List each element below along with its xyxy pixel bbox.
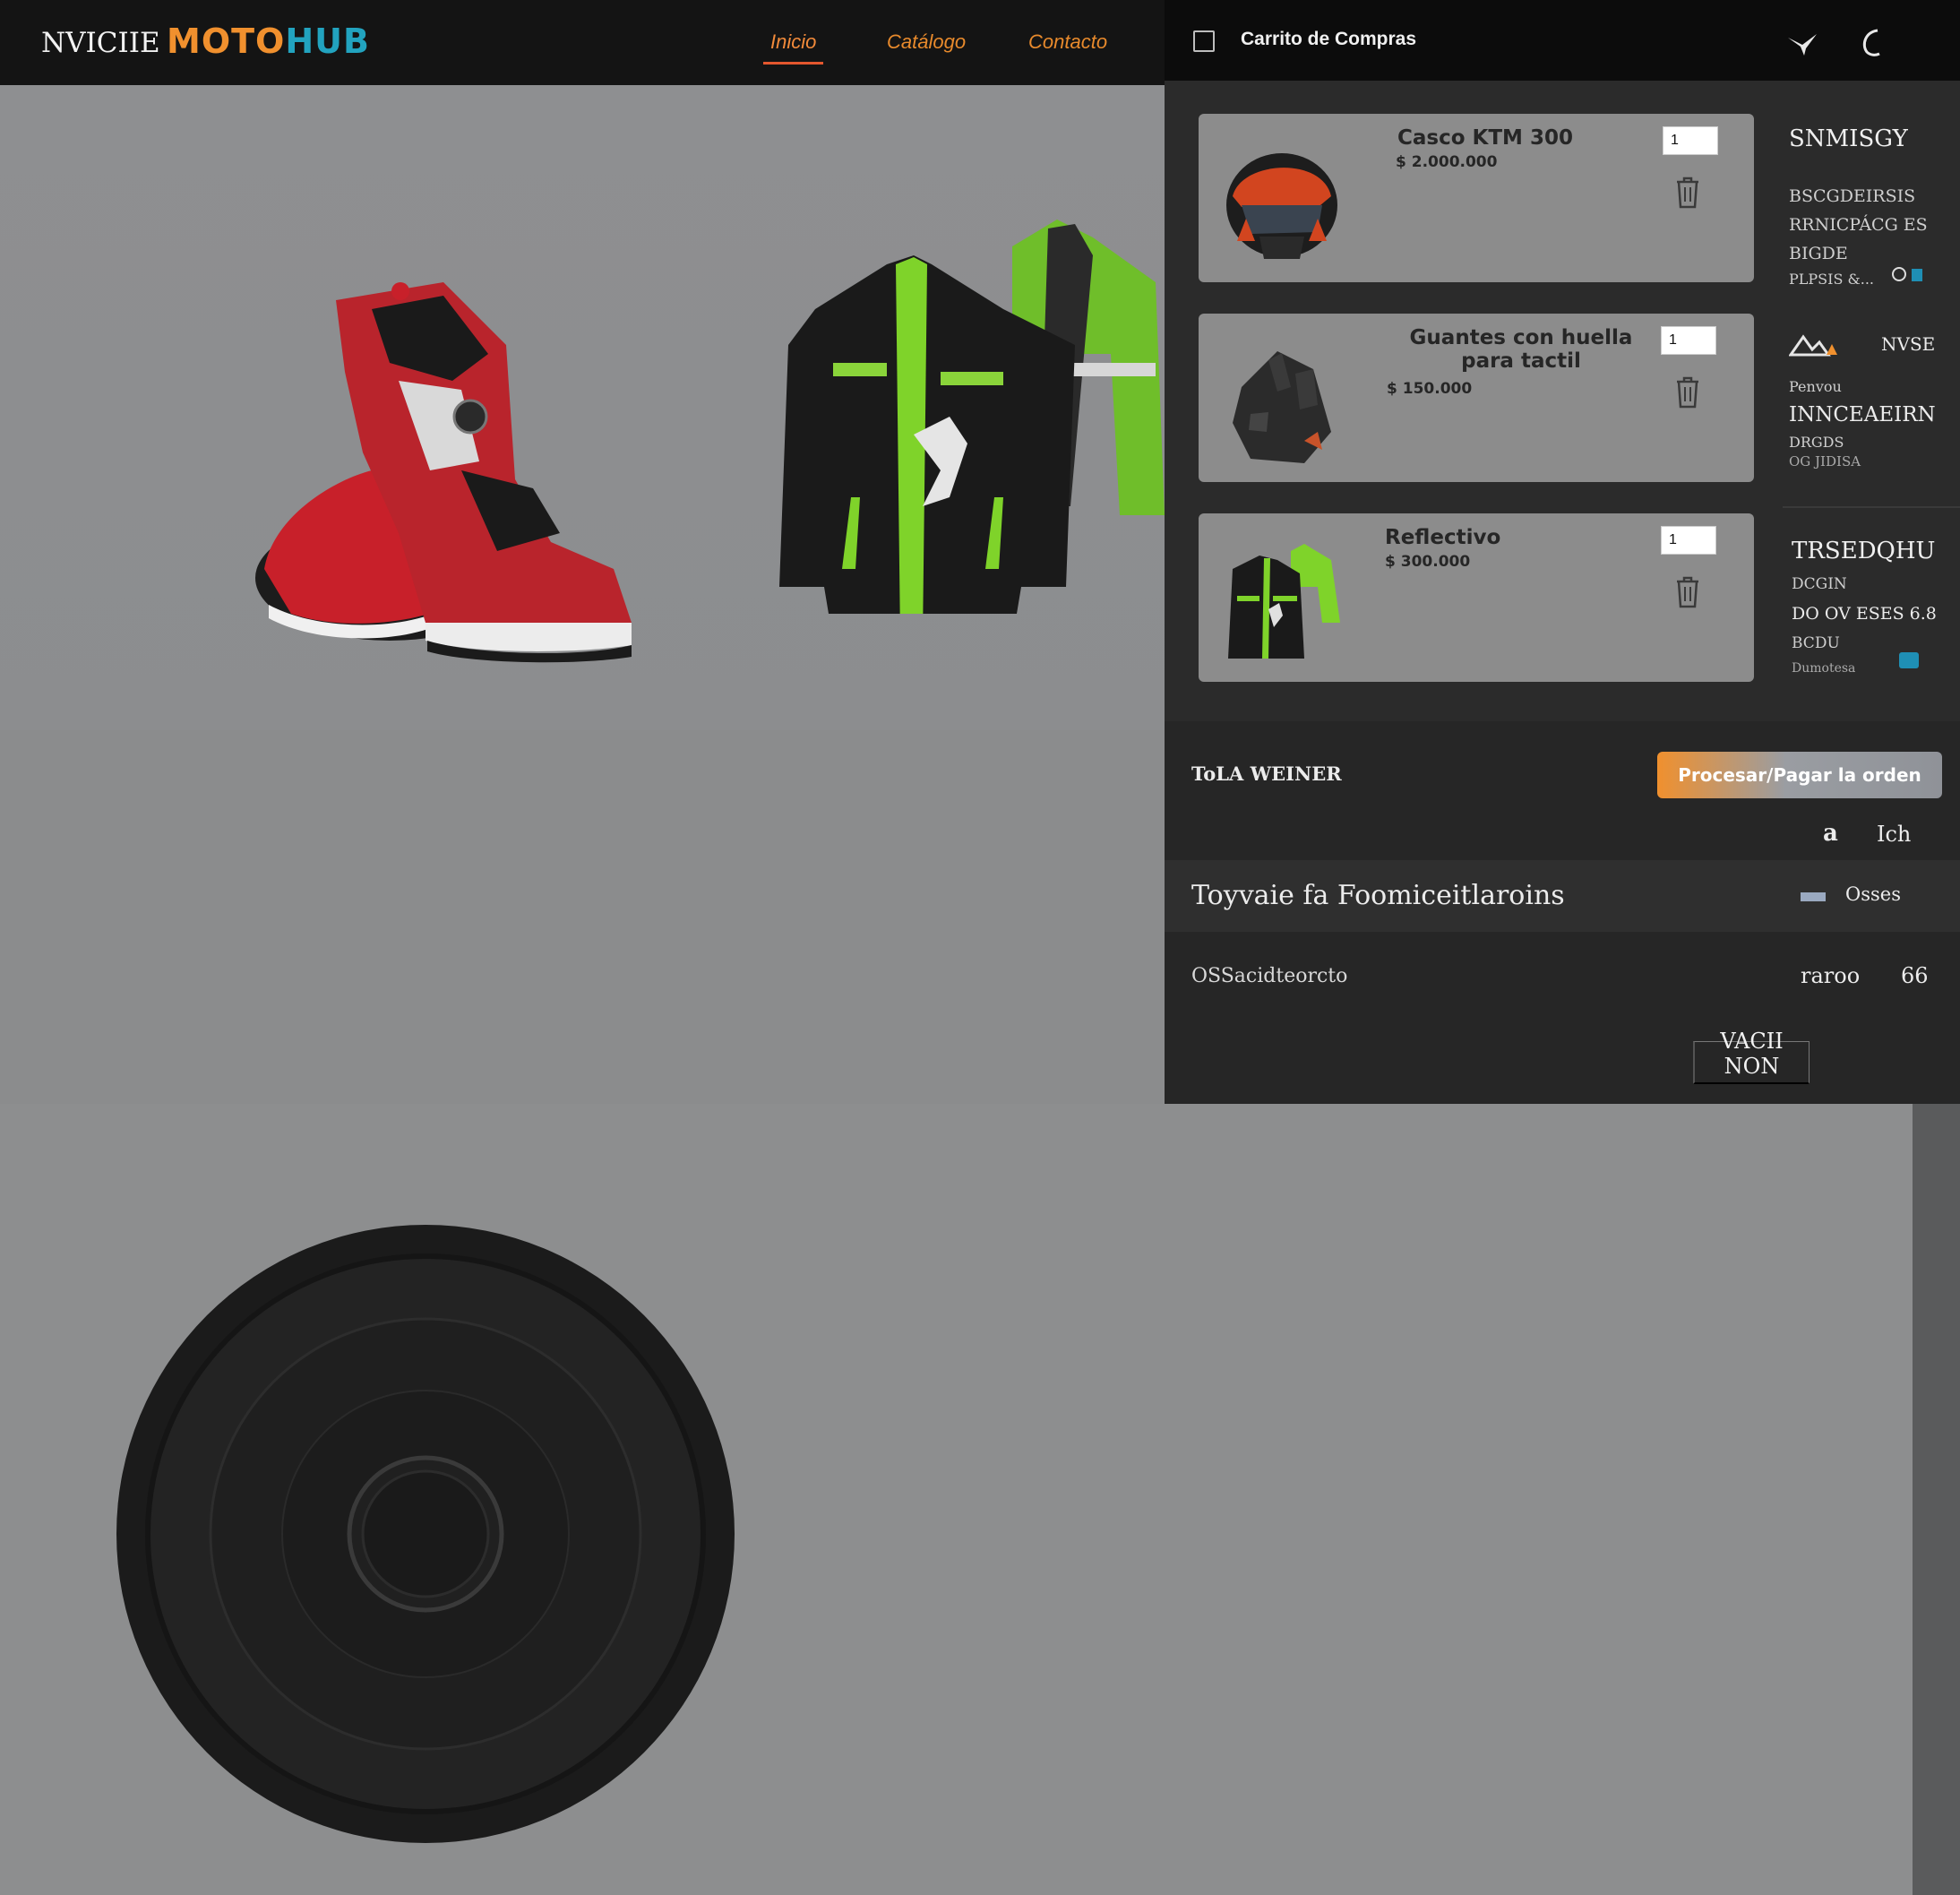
trash-icon[interactable]	[1673, 177, 1702, 209]
tire-image	[116, 1225, 735, 1843]
boots-image	[255, 282, 632, 663]
cart-panel: Carrito de Compras Casco KTM 300 $ 2.000…	[1165, 0, 1960, 1104]
item-name: Reflectivo	[1385, 526, 1501, 549]
nav-links: Inicio Catálogo Contacto	[0, 30, 1165, 66]
empty-cart-button[interactable]: VACII NON	[1693, 1029, 1810, 1084]
cart-select-checkbox[interactable]	[1193, 30, 1215, 52]
side-line: DRGDS	[1789, 434, 1844, 451]
item-price: $ 150.000	[1387, 380, 1473, 398]
cart-item: Reflectivo $ 300.000	[1199, 513, 1754, 682]
bird-icon[interactable]	[1784, 25, 1820, 61]
close-icon[interactable]	[1853, 25, 1888, 61]
side-heading-1: SNMISGY	[1789, 125, 1908, 152]
subtotal-label: OSSacidteorcto	[1191, 965, 1348, 987]
nav-link-inicio[interactable]: Inicio	[762, 30, 824, 65]
bottom-section	[0, 1104, 1913, 1895]
promo-text: Toyvaie fa Foomiceitlaroins	[1191, 880, 1565, 911]
side-line: BCDU	[1792, 634, 1840, 652]
page-scrollbar[interactable]	[1913, 1104, 1960, 1895]
subtotal-value-b: 66	[1901, 963, 1929, 988]
reflective-jacket-image	[1228, 544, 1340, 659]
side-line: BSCGDEIRSIS	[1789, 186, 1916, 206]
side-heading-3: TRSEDQHU	[1792, 538, 1936, 564]
promo-value: Osses	[1845, 883, 1901, 905]
checkout-button[interactable]: Procesar/Pagar la orden	[1657, 752, 1942, 798]
total-label: ToLA WEINER	[1191, 762, 1342, 785]
quantity-input[interactable]	[1663, 126, 1718, 155]
jacket-image	[779, 220, 1165, 614]
side-line: Penvou	[1789, 378, 1842, 395]
hero-lower-band	[0, 730, 1165, 1104]
cart-item: Guantes con huella para tactil $ 150.000	[1199, 314, 1754, 482]
card-icon	[1801, 892, 1826, 901]
promo-row: Toyvaie fa Foomiceitlaroins Osses	[1165, 860, 1960, 932]
badge-icon	[1899, 652, 1919, 668]
cart-header: Carrito de Compras	[1165, 0, 1960, 81]
info-icon[interactable]	[1892, 267, 1906, 281]
trash-icon[interactable]	[1673, 576, 1702, 608]
cart-item: Casco KTM 300 $ 2.000.000	[1199, 114, 1754, 282]
counter-a: a	[1823, 820, 1838, 847]
item-name: Guantes con huella para tactil	[1409, 326, 1633, 373]
side-line: INNCEAEIRN	[1789, 403, 1936, 426]
subtotal-value-a: raroo	[1801, 963, 1861, 988]
nav-link-catalogo[interactable]: Catálogo	[887, 30, 966, 54]
nav-link-contacto[interactable]: Contacto	[1028, 30, 1107, 54]
counter-b: Ich	[1877, 822, 1912, 847]
side-line: DO OV ESES 6.8	[1792, 604, 1937, 624]
quantity-input[interactable]	[1661, 326, 1716, 355]
cart-title: Carrito de Compras	[1241, 29, 1417, 49]
side-heading-2: NVSE	[1881, 333, 1936, 355]
side-divider	[1783, 506, 1960, 508]
side-line: BIGDE	[1789, 244, 1848, 263]
item-name: Casco KTM 300	[1397, 126, 1573, 150]
cart-footer: ToLA WEINER Procesar/Pagar la orden a Ic…	[1165, 721, 1960, 1104]
trash-icon[interactable]	[1673, 376, 1702, 409]
badge-icon	[1912, 269, 1922, 281]
side-line: DCGIN	[1792, 575, 1847, 593]
item-price: $ 2.000.000	[1396, 153, 1498, 171]
side-line: Dumotesa	[1792, 661, 1856, 676]
gloves-image	[1233, 351, 1331, 463]
item-price: $ 300.000	[1385, 553, 1471, 571]
mountain-icon	[1789, 334, 1837, 357]
quantity-input[interactable]	[1661, 526, 1716, 555]
side-line: RRNICPÁCG ES	[1789, 215, 1928, 235]
hero-section	[0, 85, 1165, 1104]
side-line: OG JIDISA	[1789, 453, 1861, 469]
side-line: PLPSIS &...	[1789, 271, 1874, 288]
top-navbar: NVICIIE MOTOHUB Inicio Catálogo Contacto	[0, 0, 1165, 85]
helmet-image	[1226, 153, 1337, 259]
